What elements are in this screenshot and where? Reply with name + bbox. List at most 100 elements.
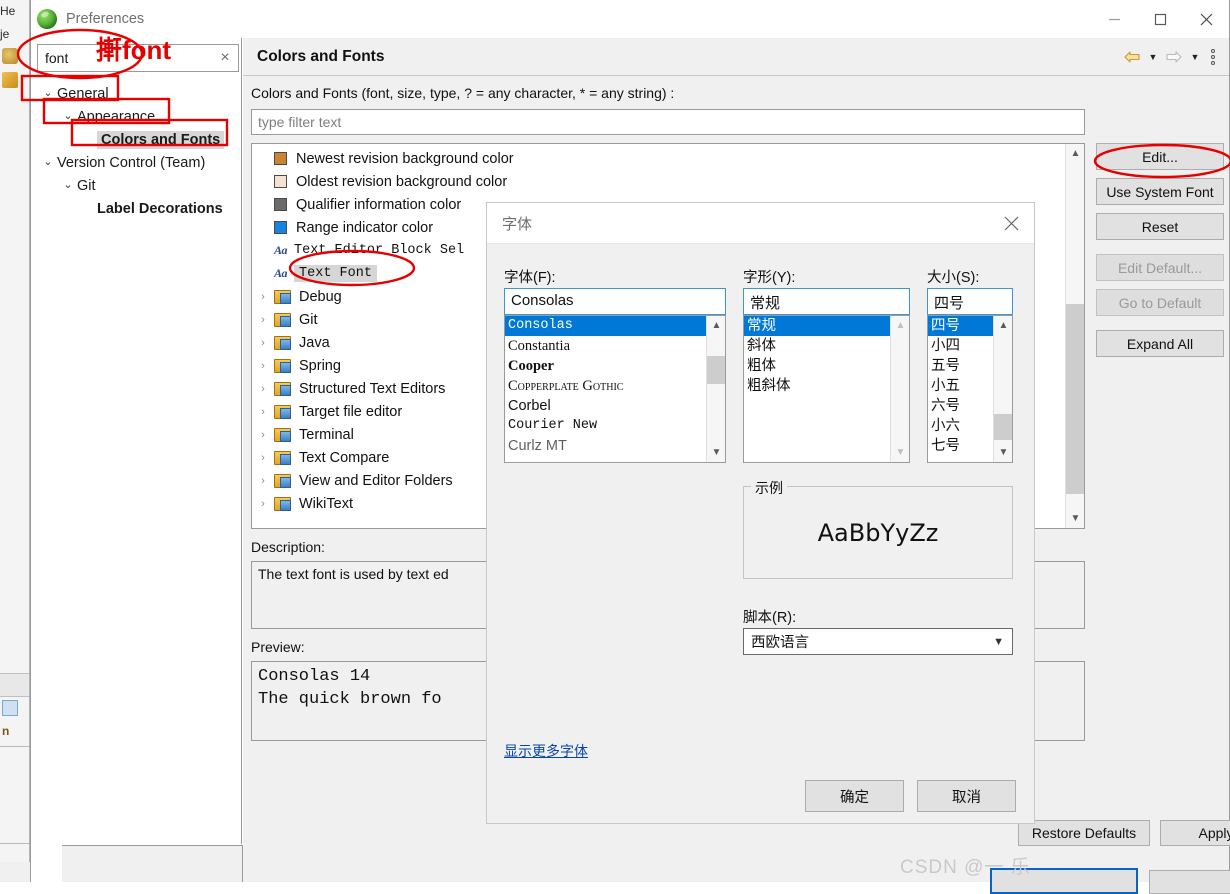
minimize-icon[interactable] xyxy=(1091,0,1137,38)
folder-icon xyxy=(274,497,291,511)
colors-tree-item-label: Terminal xyxy=(299,427,354,443)
colors-fonts-filter-input[interactable] xyxy=(251,109,1085,135)
font-family-input[interactable]: Consolas xyxy=(504,288,726,315)
list-item[interactable]: Consolas xyxy=(505,316,706,336)
show-more-fonts-link[interactable]: 显示更多字体 xyxy=(504,741,588,761)
chevron-right-icon[interactable]: › xyxy=(252,314,274,326)
scroll-up-icon[interactable]: ▲ xyxy=(994,316,1013,335)
chevron-down-icon[interactable]: ⌄ xyxy=(39,157,57,168)
font-style-input[interactable]: 常规 xyxy=(743,288,910,315)
list-item[interactable]: Curlz MT xyxy=(505,436,706,456)
forward-menu-chevron-down-icon[interactable]: ▼ xyxy=(1188,46,1202,68)
chevron-down-icon[interactable]: ⌄ xyxy=(59,111,77,122)
pref-tree-item-general[interactable]: ⌄General xyxy=(31,82,241,105)
apply-button[interactable]: Apply xyxy=(1160,820,1230,846)
colors-tree-item-label: Text Editor Block Sel xyxy=(294,243,464,258)
list-item[interactable]: 五号 xyxy=(928,356,993,376)
scrollbar-thumb[interactable] xyxy=(994,414,1013,440)
close-icon[interactable] xyxy=(1183,0,1229,38)
preview-label: Preview: xyxy=(251,639,305,655)
font-style-list[interactable]: 常规斜体粗体粗斜体 ▲ ▼ xyxy=(743,315,910,463)
folder-icon xyxy=(274,336,291,350)
chevron-down-icon[interactable]: ⌄ xyxy=(39,88,57,99)
back-arrow-icon[interactable] xyxy=(1121,46,1143,68)
maximize-icon[interactable] xyxy=(1137,0,1183,38)
list-item[interactable]: 小六 xyxy=(928,416,993,436)
chevron-right-icon[interactable]: › xyxy=(252,337,274,349)
cancel-button[interactable] xyxy=(1149,870,1230,894)
scroll-up-icon[interactable]: ▲ xyxy=(1066,144,1085,163)
window-controls xyxy=(1091,0,1229,38)
font-dialog-close-icon[interactable] xyxy=(988,203,1034,244)
pref-tree-item-colors-and-fonts[interactable]: Colors and Fonts xyxy=(31,128,241,151)
folder-icon xyxy=(274,359,291,373)
font-size-list[interactable]: 四号小四五号小五六号小六七号 ▲ ▼ xyxy=(927,315,1013,463)
scroll-down-icon[interactable]: ▼ xyxy=(994,443,1013,462)
list-item[interactable]: Courier New xyxy=(505,416,706,436)
restore-defaults-button[interactable]: Restore Defaults xyxy=(1018,820,1150,846)
font-script-value: 西欧语言 xyxy=(751,631,809,652)
list-item[interactable]: 小四 xyxy=(928,336,993,356)
pref-tree-item-label-decorations[interactable]: Label Decorations xyxy=(31,197,241,220)
pref-tree-item-appearance[interactable]: ⌄Appearance xyxy=(31,105,241,128)
edit-button[interactable]: Edit... xyxy=(1096,143,1224,170)
list-item[interactable]: 小五 xyxy=(928,376,993,396)
folder-icon xyxy=(274,428,291,442)
list-item[interactable]: 七号 xyxy=(928,436,993,456)
font-dialog-cancel-button[interactable]: 取消 xyxy=(917,780,1016,812)
scrollbar-thumb[interactable] xyxy=(1066,304,1085,494)
scroll-down-icon[interactable]: ▼ xyxy=(707,443,726,462)
pref-tree-item-git[interactable]: ⌄Git xyxy=(31,174,241,197)
font-family-list[interactable]: ConsolasConstantiaCooperCopperplate Goth… xyxy=(504,315,726,463)
color-swatch xyxy=(274,198,287,211)
font-style-scrollbar[interactable]: ▲ ▼ xyxy=(890,316,909,462)
expand-all-button[interactable]: Expand All xyxy=(1096,330,1224,357)
kebab-menu-icon[interactable] xyxy=(1205,46,1221,68)
scroll-down-icon[interactable]: ▼ xyxy=(1066,509,1085,528)
folder-icon xyxy=(274,405,291,419)
scrollbar-thumb[interactable] xyxy=(707,356,726,384)
font-family-scrollbar[interactable]: ▲ ▼ xyxy=(706,316,725,462)
font-size-scrollbar[interactable]: ▲ ▼ xyxy=(993,316,1012,462)
list-item[interactable]: Copperplate Gothic xyxy=(505,376,706,396)
font-size-input[interactable]: 四号 xyxy=(927,288,1013,315)
chevron-right-icon[interactable]: › xyxy=(252,429,274,441)
font-script-select[interactable]: 西欧语言 ▼ xyxy=(743,628,1013,655)
reset-button[interactable]: Reset xyxy=(1096,213,1224,240)
chevron-right-icon[interactable]: › xyxy=(252,452,274,464)
list-item[interactable]: 常规 xyxy=(744,316,890,336)
folder-icon xyxy=(274,474,291,488)
list-item[interactable]: 粗体 xyxy=(744,356,890,376)
colors-tree-item-label: WikiText xyxy=(299,496,353,512)
chevron-down-icon[interactable]: ⌄ xyxy=(59,180,77,191)
annotation-search-note: 搟font xyxy=(96,30,171,67)
chevron-right-icon[interactable]: › xyxy=(252,360,274,372)
clear-icon[interactable]: × xyxy=(212,50,238,66)
forward-arrow-icon[interactable] xyxy=(1163,46,1185,68)
list-item[interactable]: 斜体 xyxy=(744,336,890,356)
pref-tree-item-label: Colors and Fonts xyxy=(97,131,224,149)
colors-tree-item-label: Git xyxy=(299,312,318,328)
preview-line-2: The quick brown fo xyxy=(258,690,442,709)
chevron-right-icon[interactable]: › xyxy=(252,406,274,418)
folder-icon xyxy=(274,382,291,396)
use-system-font-button[interactable]: Use System Font xyxy=(1096,178,1224,205)
list-item[interactable]: Constantia xyxy=(505,336,706,356)
colors-tree-item[interactable]: Newest revision background color xyxy=(252,147,1064,170)
preferences-tree[interactable]: ⌄General⌄Appearance Colors and Fonts ⌄Vers… xyxy=(31,82,241,842)
colors-fonts-tree-scrollbar[interactable]: ▲ ▼ xyxy=(1065,144,1084,528)
chevron-right-icon[interactable]: › xyxy=(252,475,274,487)
chevron-right-icon[interactable]: › xyxy=(252,383,274,395)
colors-tree-item[interactable]: Oldest revision background color xyxy=(252,170,1064,193)
back-menu-chevron-down-icon[interactable]: ▼ xyxy=(1146,46,1160,68)
scroll-up-icon[interactable]: ▲ xyxy=(707,316,726,335)
list-item[interactable]: 四号 xyxy=(928,316,993,336)
list-item[interactable]: 六号 xyxy=(928,396,993,416)
list-item[interactable]: Corbel xyxy=(505,396,706,416)
font-dialog-ok-button[interactable]: 确定 xyxy=(805,780,904,812)
chevron-right-icon[interactable]: › xyxy=(252,498,274,510)
list-item[interactable]: 粗斜体 xyxy=(744,376,890,396)
list-item[interactable]: Cooper xyxy=(505,356,706,376)
chevron-right-icon[interactable]: › xyxy=(252,291,274,303)
pref-tree-item-version-control-team[interactable]: ⌄Version Control (Team) xyxy=(31,151,241,174)
